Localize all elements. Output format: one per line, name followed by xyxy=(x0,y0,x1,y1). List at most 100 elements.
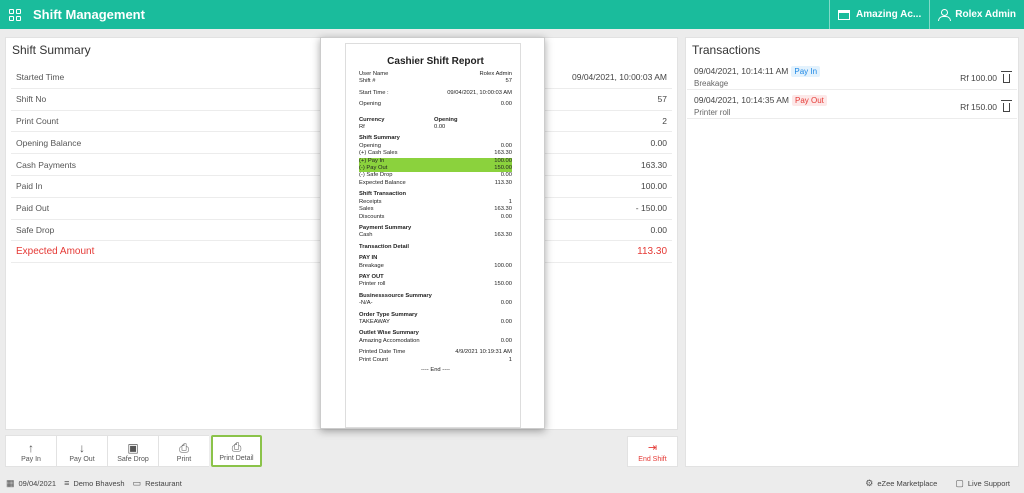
receipt-line: Opening 0.00 xyxy=(359,142,512,149)
row-label: Safe Drop xyxy=(16,224,55,235)
row-label: Started Time xyxy=(16,72,65,83)
receipt-line: Rf 0.00 xyxy=(359,124,446,131)
row-label: Paid In xyxy=(16,181,43,192)
print-detail-button[interactable]: ⎙ Print Detail xyxy=(211,435,262,467)
expected-amount-value: 113.30 xyxy=(637,246,667,258)
print-label: Print xyxy=(176,456,192,463)
receipt-subheader: PAY IN xyxy=(359,255,378,262)
receipt-section-header: Shift Transaction xyxy=(359,191,407,198)
safe-drop-label: Safe Drop xyxy=(117,456,149,463)
receipt-section-header: Payment Summary xyxy=(359,224,412,231)
store-icon xyxy=(838,9,851,20)
marketplace-link[interactable]: ⚙ eZee Marketplace xyxy=(865,478,937,489)
safe-icon: ▣ xyxy=(127,441,139,455)
receipt-line: Receipts 1 xyxy=(359,198,512,205)
arrow-down-icon: ↓ xyxy=(79,441,85,455)
row-value: 0.00 xyxy=(650,224,667,235)
pay-in-button[interactable]: ↑ Pay In xyxy=(5,435,56,467)
receipt-line: (+) Cash Sales 163.30 xyxy=(359,150,512,157)
status-bar: ▦ 09/04/2021 ≡ Demo Bhavesh ▭ Restaurant ⚙ e… xyxy=(0,473,1024,493)
receipt-line: Cash 163.30 xyxy=(359,232,512,239)
transactions-panel: Transactions 09/04/2021, 10:14:11 AM Pay … xyxy=(685,37,1019,467)
receipt-line: Print Count 1 xyxy=(359,356,512,363)
receipt-section-header: Outlet Wise Summary xyxy=(359,330,419,337)
trash-icon[interactable] xyxy=(1001,100,1012,112)
receipt-line: Printer roll 150.00 xyxy=(359,281,512,288)
receipt-currency-header: Currency Opening xyxy=(359,116,458,123)
receipt-line: Sales 163.30 xyxy=(359,206,512,213)
expected-amount-label: Expected Amount xyxy=(16,246,95,258)
row-value: 09/04/2021, 10:00:03 AM xyxy=(572,72,667,83)
receipt-preview-dialog: Cashier Shift Report User Name Rolex Admi… xyxy=(320,37,545,429)
row-value: 57 xyxy=(657,94,667,105)
gear-icon: ⚙ xyxy=(865,477,874,488)
receipt-line: Opening 0.00 xyxy=(359,101,512,108)
transaction-amount: Rf 150.00 xyxy=(960,101,997,112)
safe-drop-button[interactable]: ▣ Safe Drop xyxy=(107,435,158,467)
transaction-item[interactable]: 09/04/2021, 10:14:11 AM Pay In Breakage R… xyxy=(687,61,1017,90)
user-list-icon: ≡ xyxy=(64,478,70,488)
row-value: 2 xyxy=(662,115,667,126)
trash-icon[interactable] xyxy=(1001,71,1012,83)
user-menu[interactable]: Rolex Admin xyxy=(929,0,1024,29)
property-name: Amazing Ac... xyxy=(856,9,922,20)
receipt-line: Breakage 100.00 xyxy=(359,262,512,269)
status-outlet: Restaurant xyxy=(145,478,182,488)
receipt-line: User Name Rolex Admin xyxy=(359,71,512,77)
user-name: Rolex Admin xyxy=(955,9,1016,20)
transaction-item[interactable]: 09/04/2021, 10:14:35 AM Pay Out Printer r… xyxy=(687,90,1017,119)
row-label: Cash Payments xyxy=(16,159,76,170)
receipt-line: TAKEAWAY 0.00 xyxy=(359,318,512,325)
end-shift-button[interactable]: ⇥ End Shift xyxy=(627,436,678,467)
cashier-shift-report: Cashier Shift Report User Name Rolex Admi… xyxy=(345,43,521,428)
receipt-section-header: Transaction Detail xyxy=(359,243,409,250)
receipt-line-highlighted: (-) Pay Out 150.00 xyxy=(359,165,512,173)
exit-icon: ⇥ xyxy=(647,442,658,454)
receipt-line-highlighted: (+) Pay In 100.00 xyxy=(359,157,512,166)
user-icon xyxy=(938,9,952,21)
live-support-label: Live Support xyxy=(967,478,1010,488)
top-bar: Shift Management Amazing Ac... Rolex Adm… xyxy=(0,0,1024,29)
receipt-title: Cashier Shift Report xyxy=(387,56,484,67)
transaction-amount: Rf 100.00 xyxy=(960,72,997,83)
row-value: - 150.00 xyxy=(635,203,667,214)
row-value: 100.00 xyxy=(641,181,667,192)
row-value: 163.30 xyxy=(641,159,667,170)
pay-out-button[interactable]: ↓ Pay Out xyxy=(56,435,107,467)
pay-out-label: Pay Out xyxy=(69,456,95,463)
page-title: Shift Management xyxy=(33,7,145,22)
status-date: 09/04/2021 xyxy=(18,478,57,488)
pay-out-badge: Pay Out xyxy=(792,95,827,106)
arrow-up-icon: ↑ xyxy=(28,441,34,455)
row-label: Print Count xyxy=(16,115,59,126)
receipt-line: Start Time :09/04/2021, 10:00:03 AM xyxy=(359,89,512,96)
printer-icon: ⎙ xyxy=(179,441,189,455)
row-label: Opening Balance xyxy=(16,137,82,148)
transaction-note: Breakage xyxy=(694,79,729,88)
end-shift-label: End Shift xyxy=(638,456,667,463)
property-selector[interactable]: Amazing Ac... xyxy=(829,0,929,29)
receipt-line: -N/A- 0.00 xyxy=(359,300,512,307)
receipt-end: ---- End ---- xyxy=(421,367,450,373)
receipt-subheader: PAY OUT xyxy=(359,273,384,280)
receipt-section-header: Order Type Summary xyxy=(359,311,418,318)
transaction-datetime: 09/04/2021, 10:14:11 AM xyxy=(694,66,789,76)
calendar-icon: ▦ xyxy=(6,477,15,488)
receipt-line: (-) Safe Drop 0.00 xyxy=(359,172,512,179)
print-button[interactable]: ⎙ Print xyxy=(158,435,209,467)
pay-in-label: Pay In xyxy=(21,456,41,463)
receipt-section-header: Shift Summary xyxy=(359,135,400,142)
marketplace-label: eZee Marketplace xyxy=(877,478,938,488)
live-support-link[interactable]: ▢ Live Support xyxy=(955,478,1010,489)
pay-in-badge: Pay In xyxy=(791,66,821,77)
row-label: Shift No xyxy=(16,94,47,105)
receipt-line: Amazing Accomodation 0.00 xyxy=(359,337,512,344)
row-value: 0.00 xyxy=(650,137,667,148)
print-detail-label: Print Detail xyxy=(219,455,254,462)
transaction-note: Printer roll xyxy=(694,108,731,117)
apps-grid-icon[interactable] xyxy=(9,8,21,21)
receipt-line: Printed Date Time 4/9/2021 10:19:31 AM xyxy=(359,349,512,356)
receipt-line: Discounts 0.00 xyxy=(359,213,512,220)
shift-toolbar: ↑ Pay In ↓ Pay Out ▣ Safe Drop ⎙ Print ⎙ Prin… xyxy=(5,435,262,467)
chat-icon: ▢ xyxy=(955,477,964,488)
